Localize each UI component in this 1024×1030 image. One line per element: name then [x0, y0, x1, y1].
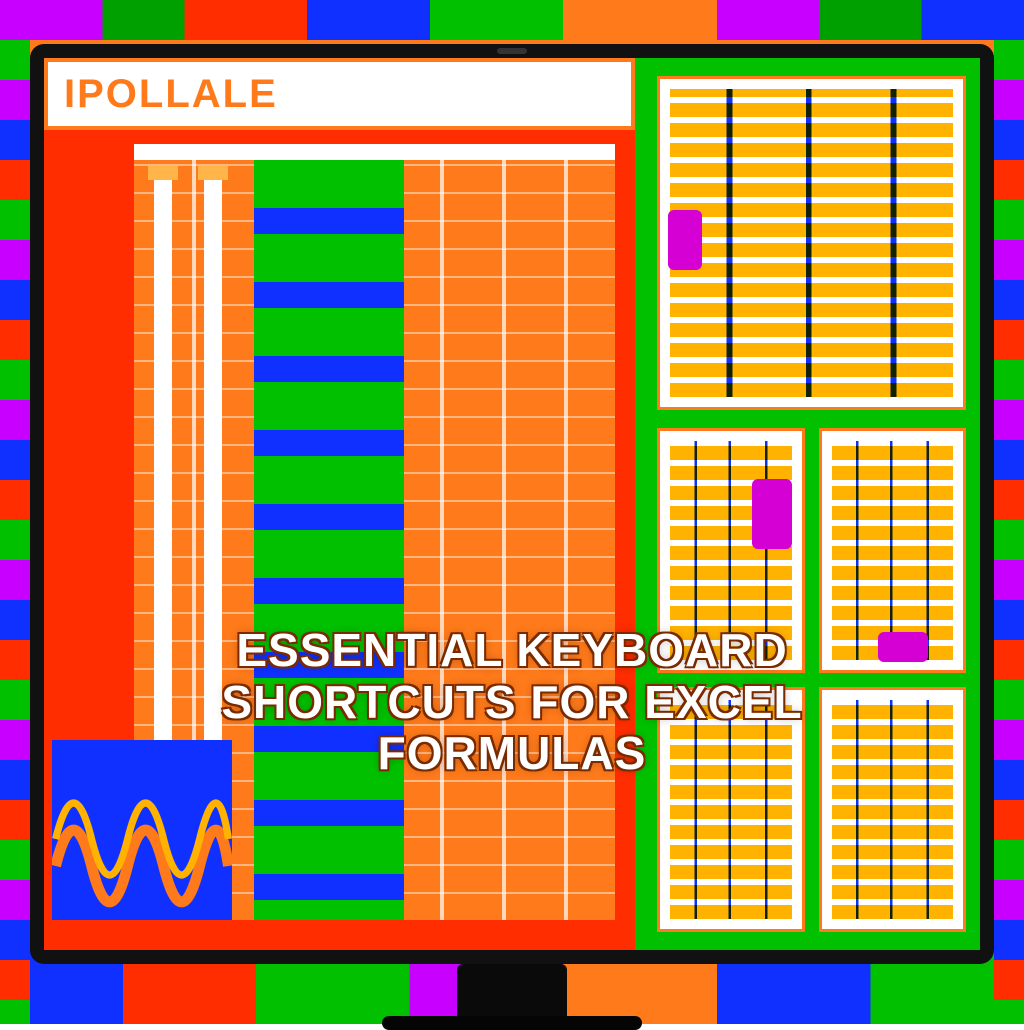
monitor-stand-neck — [457, 964, 567, 1020]
dashboard-card — [657, 76, 966, 410]
left-pane: IPOLLALE — [44, 58, 643, 950]
brand-text: IPOLLALE — [64, 72, 278, 117]
waveform-icon — [52, 740, 232, 920]
magenta-marker-icon — [668, 210, 702, 270]
magenta-marker-icon — [878, 632, 928, 662]
bar-pattern-icon — [670, 700, 791, 919]
left-body — [44, 130, 635, 950]
bar-pattern-icon — [670, 441, 791, 660]
bar-pattern-icon — [670, 89, 953, 397]
mini-chart — [52, 740, 232, 920]
webcam-notch — [497, 48, 527, 54]
dashboard-grid — [657, 428, 966, 932]
monitor-stand-base — [382, 1016, 642, 1030]
bar-pattern-icon — [832, 700, 953, 919]
dashboard-card — [819, 687, 966, 932]
app-titlebar: IPOLLALE — [44, 58, 635, 130]
dashboard-card — [657, 687, 804, 932]
magenta-marker-icon — [752, 479, 792, 549]
green-ladder-column — [254, 160, 404, 920]
right-pane — [643, 58, 980, 950]
dashboard-card — [657, 428, 804, 673]
bar-pattern-icon — [832, 441, 953, 660]
screen: IPOLLALE — [44, 58, 980, 950]
dashboard-card — [819, 428, 966, 673]
monitor-frame: IPOLLALE — [30, 44, 994, 964]
